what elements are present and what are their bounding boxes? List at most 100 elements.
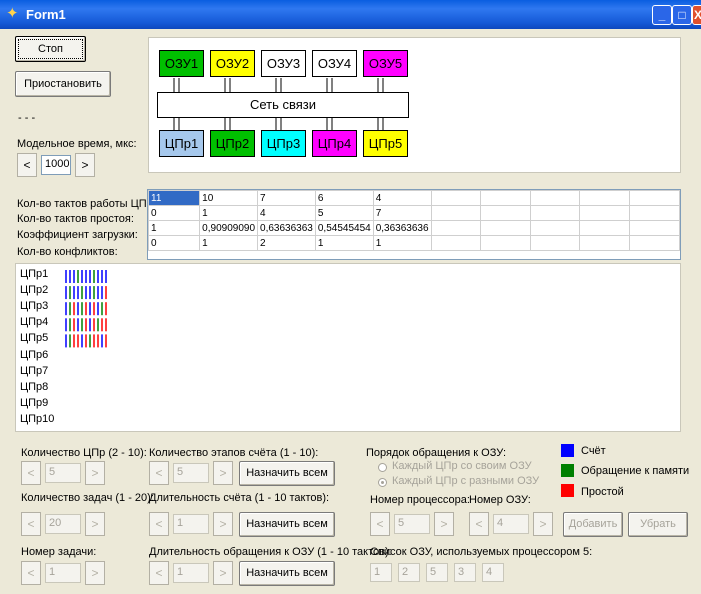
mem-duration-input[interactable]: 1	[173, 563, 209, 583]
proc-number-decrease-button[interactable]: <	[370, 512, 390, 536]
assign-all-stages-button[interactable]: Назначить всем	[239, 461, 335, 486]
task-count-decrease-button[interactable]: <	[21, 512, 41, 536]
stats-cell[interactable]: 1	[199, 205, 259, 221]
ram-list-item: 2	[398, 563, 420, 582]
task-number-input[interactable]: 1	[45, 563, 81, 583]
mem-duration-spinner[interactable]: < 1 >	[149, 561, 235, 585]
stages-input[interactable]: 5	[173, 463, 209, 483]
task-number-decrease-button[interactable]: <	[21, 561, 41, 585]
cpu-count-decrease-button[interactable]: <	[21, 461, 41, 485]
stats-cell[interactable]: 0,63636363	[257, 220, 316, 236]
task-number-spinner[interactable]: < 1 >	[21, 561, 107, 585]
model-time-input[interactable]: 1000	[41, 155, 71, 175]
stats-cell[interactable]	[480, 220, 531, 236]
stats-cell[interactable]	[579, 205, 630, 221]
calc-duration-decrease-button[interactable]: <	[149, 512, 169, 536]
stats-cell[interactable]	[480, 190, 531, 206]
assign-all-mem-button[interactable]: Назначить всем	[239, 561, 335, 586]
ram-number-decrease-button[interactable]: <	[469, 512, 489, 536]
stats-cell[interactable]: 1	[372, 235, 432, 251]
stats-cell[interactable]: 0	[147, 205, 201, 221]
stats-cell[interactable]: 1	[147, 220, 201, 236]
stages-label: Количество этапов счёта (1 - 10):	[149, 447, 319, 459]
stats-cell[interactable]: 4	[257, 205, 316, 221]
stats-cell[interactable]	[430, 220, 482, 236]
title-bar[interactable]: ✦ Form1 _ □ X	[0, 0, 701, 29]
timeline-cpu-label: ЦПр2	[20, 284, 49, 297]
stats-cell[interactable]: 2	[257, 235, 316, 251]
row-label-idle-ticks: Кол-во тактов простоя:	[17, 213, 134, 225]
stats-cell[interactable]	[628, 220, 681, 236]
stats-cell[interactable]	[430, 190, 482, 206]
stats-cell[interactable]	[430, 235, 482, 251]
ram-number-spinner[interactable]: < 4 >	[469, 512, 555, 536]
stats-cell[interactable]	[628, 205, 681, 221]
stats-cell[interactable]	[430, 205, 482, 221]
stats-cell[interactable]: 5	[314, 205, 374, 221]
stats-cell[interactable]: 0,36363636	[372, 220, 432, 236]
pause-button[interactable]: Приостановить	[15, 71, 111, 97]
calc-duration-input[interactable]: 1	[173, 514, 209, 534]
cpu-count-spinner[interactable]: < 5 >	[21, 461, 107, 485]
task-count-spinner[interactable]: < 20 >	[21, 512, 107, 536]
ram-number-input[interactable]: 4	[493, 514, 529, 534]
remove-button[interactable]: Убрать	[628, 512, 688, 537]
order-radio-own[interactable]	[378, 463, 387, 472]
add-button[interactable]: Добавить	[563, 512, 623, 537]
task-number-increase-button[interactable]: >	[85, 561, 105, 585]
maximize-button[interactable]: □	[672, 5, 692, 25]
stages-increase-button[interactable]: >	[213, 461, 233, 485]
task-count-input[interactable]: 20	[45, 514, 81, 534]
proc-number-input[interactable]: 5	[394, 514, 430, 534]
proc-number-spinner[interactable]: < 5 >	[370, 512, 456, 536]
model-time-increase-button[interactable]: >	[75, 153, 95, 177]
calc-duration-spinner[interactable]: < 1 >	[149, 512, 235, 536]
stats-cell[interactable]	[529, 190, 581, 206]
stats-cell[interactable]: 1	[199, 235, 259, 251]
stats-grid[interactable]: 11 10 7 6 4 0 1 4 5 7 1 0,90909090 0,63636363 0,54545…	[147, 189, 681, 260]
stats-cell[interactable]	[529, 205, 581, 221]
task-number-label: Номер задачи:	[21, 546, 97, 558]
stats-cell[interactable]	[628, 190, 681, 206]
task-count-increase-button[interactable]: >	[85, 512, 105, 536]
order-radio-different[interactable]	[378, 478, 387, 487]
stats-cell[interactable]: 1	[314, 235, 374, 251]
legend-swatch-idle	[561, 484, 574, 497]
stats-cell[interactable]: 0	[147, 235, 201, 251]
stop-button[interactable]: Стоп	[15, 36, 86, 62]
proc-number-increase-button[interactable]: >	[434, 512, 454, 536]
stats-cell[interactable]: 6	[314, 190, 374, 206]
stats-cell[interactable]	[579, 220, 630, 236]
stats-cell[interactable]: 4	[372, 190, 432, 206]
stats-cell[interactable]: 11	[147, 190, 201, 206]
stats-cell[interactable]: 7	[257, 190, 316, 206]
stages-decrease-button[interactable]: <	[149, 461, 169, 485]
stats-cell[interactable]: 0,54545454	[314, 220, 374, 236]
stats-cell[interactable]: 7	[372, 205, 432, 221]
stats-cell[interactable]	[628, 235, 681, 251]
calc-duration-increase-button[interactable]: >	[213, 512, 233, 536]
model-time-spinner[interactable]: < 1000 >	[17, 153, 109, 177]
stats-cell[interactable]	[529, 220, 581, 236]
stats-cell[interactable]	[579, 235, 630, 251]
ram-number-increase-button[interactable]: >	[533, 512, 553, 536]
stats-cell[interactable]	[579, 190, 630, 206]
stats-cell[interactable]	[480, 235, 531, 251]
minimize-button[interactable]: _	[652, 5, 672, 25]
stages-spinner[interactable]: < 5 >	[149, 461, 235, 485]
stats-cell[interactable]: 0,90909090	[199, 220, 259, 236]
stats-cell[interactable]	[529, 235, 581, 251]
model-time-decrease-button[interactable]: <	[17, 153, 37, 177]
stats-cell[interactable]	[480, 205, 531, 221]
mem-duration-increase-button[interactable]: >	[213, 561, 233, 585]
assign-all-calc-button[interactable]: Назначить всем	[239, 512, 335, 537]
legend-calc-label: Счёт	[581, 445, 606, 457]
stats-row: 1 0,90909090 0,63636363 0,54545454 0,3636363…	[147, 220, 681, 236]
order-option-different-label: Каждый ЦПр с разными ОЗУ	[392, 475, 540, 487]
close-button[interactable]: X	[692, 5, 701, 25]
mem-duration-decrease-button[interactable]: <	[149, 561, 169, 585]
cpu-count-increase-button[interactable]: >	[85, 461, 105, 485]
stats-cell[interactable]: 10	[199, 190, 259, 206]
cpu-count-input[interactable]: 5	[45, 463, 81, 483]
cpu-box-2: ЦПр2	[210, 130, 255, 157]
